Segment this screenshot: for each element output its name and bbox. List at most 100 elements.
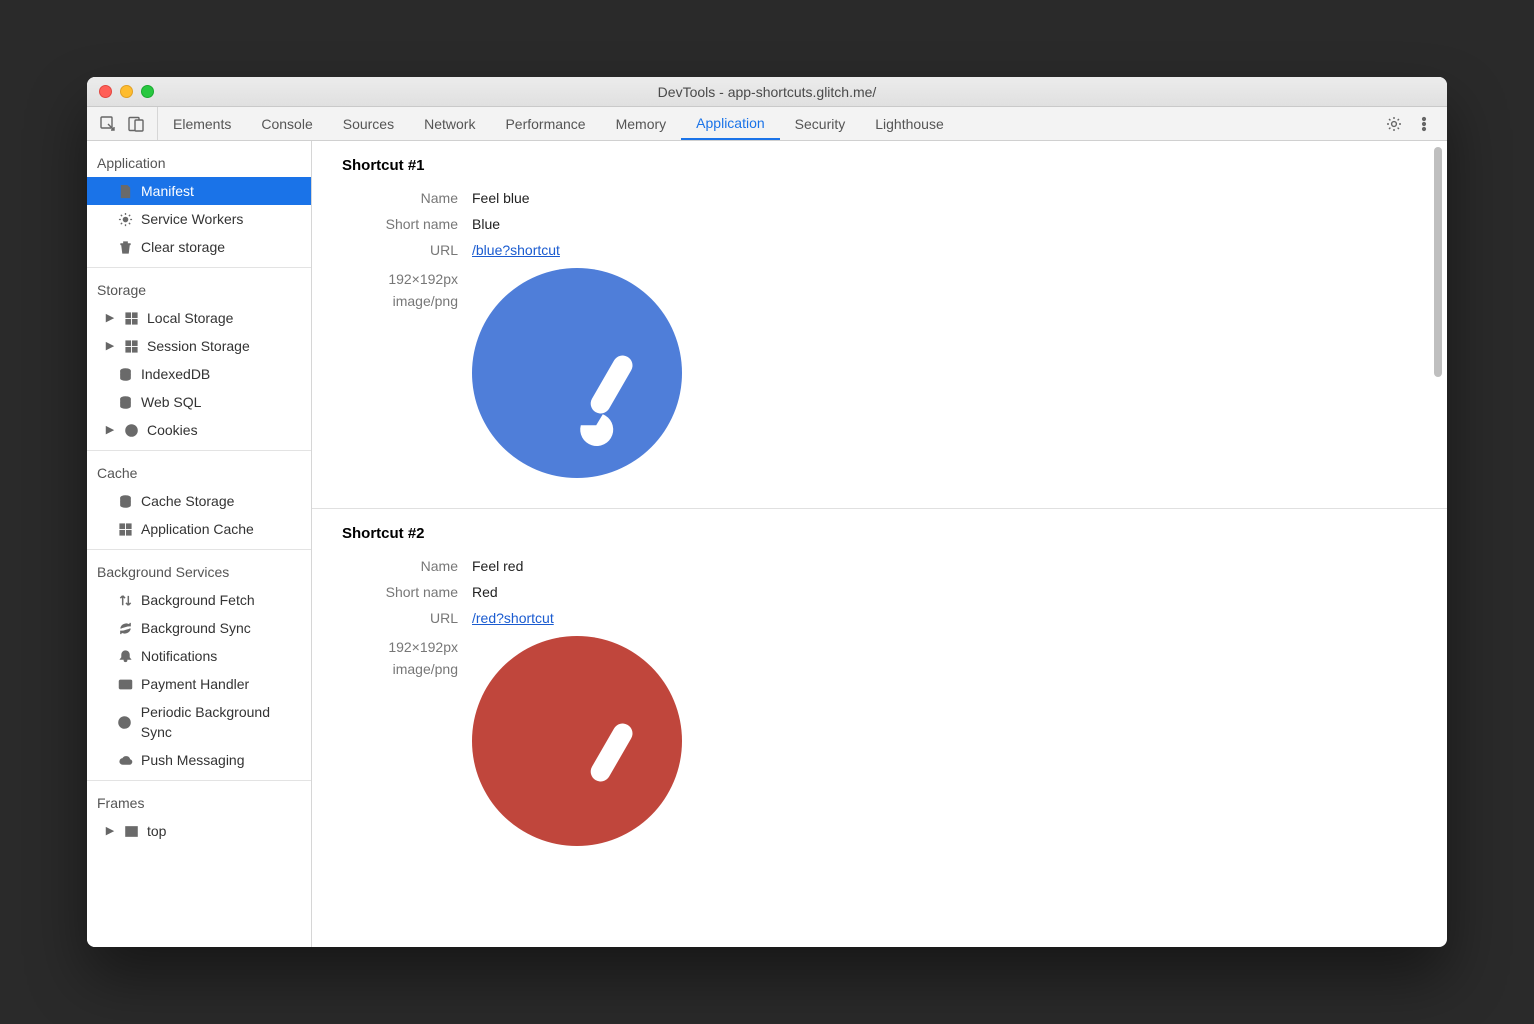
- toolbar: Elements Console Sources Network Perform…: [87, 107, 1447, 141]
- chevron-right-icon: ▶: [105, 821, 115, 841]
- tab-security[interactable]: Security: [780, 107, 861, 140]
- sidebar-item-label: Background Sync: [141, 618, 251, 638]
- tab-sources[interactable]: Sources: [328, 107, 409, 140]
- brush-icon: [550, 714, 660, 824]
- window-title: DevTools - app-shortcuts.glitch.me/: [87, 84, 1447, 100]
- tab-console[interactable]: Console: [246, 107, 327, 140]
- sidebar-item-label: Cache Storage: [141, 491, 234, 511]
- sidebar-item-label: Manifest: [141, 181, 194, 201]
- sidebar-item-push-messaging[interactable]: Push Messaging: [87, 746, 311, 774]
- icon-mime: image/png: [342, 290, 458, 312]
- icon-size: 192×192px: [342, 268, 458, 290]
- sidebar: Application Manifest Service Workers Cle…: [87, 141, 312, 947]
- sidebar-item-indexeddb[interactable]: IndexedDB: [87, 360, 311, 388]
- value-url-link[interactable]: /red?shortcut: [472, 610, 554, 626]
- sidebar-group-background: Background Services: [87, 556, 311, 586]
- sidebar-item-label: Clear storage: [141, 237, 225, 257]
- frame-icon: [123, 823, 139, 839]
- sidebar-group-cache: Cache: [87, 457, 311, 487]
- sidebar-item-top[interactable]: ▶ top: [87, 817, 311, 845]
- sidebar-item-label: Background Fetch: [141, 590, 255, 610]
- label-url: URL: [342, 610, 472, 626]
- panel-tabs: Elements Console Sources Network Perform…: [158, 107, 959, 140]
- value-short-name: Blue: [472, 216, 500, 232]
- value-name: Feel red: [472, 558, 523, 574]
- database-icon: [117, 394, 133, 410]
- tab-memory[interactable]: Memory: [601, 107, 682, 140]
- tab-elements[interactable]: Elements: [158, 107, 246, 140]
- sidebar-item-label: IndexedDB: [141, 364, 210, 384]
- sidebar-group-application: Application: [87, 147, 311, 177]
- sidebar-item-websql[interactable]: Web SQL: [87, 388, 311, 416]
- sidebar-item-label: Notifications: [141, 646, 217, 666]
- sidebar-item-notifications[interactable]: Notifications: [87, 642, 311, 670]
- tab-performance[interactable]: Performance: [490, 107, 600, 140]
- titlebar: DevTools - app-shortcuts.glitch.me/: [87, 77, 1447, 107]
- chevron-right-icon: ▶: [105, 420, 115, 440]
- sidebar-item-periodic-sync[interactable]: Periodic Background Sync: [87, 698, 311, 746]
- sidebar-item-label: Web SQL: [141, 392, 201, 412]
- sidebar-item-label: Application Cache: [141, 519, 254, 539]
- label-name: Name: [342, 558, 472, 574]
- devtools-window: DevTools - app-shortcuts.glitch.me/ Elem…: [87, 77, 1447, 947]
- gear-icon: [117, 211, 133, 227]
- sidebar-item-local-storage[interactable]: ▶ Local Storage: [87, 304, 311, 332]
- sync-icon: [117, 620, 133, 636]
- sidebar-item-label: Payment Handler: [141, 674, 249, 694]
- sidebar-item-cache-storage[interactable]: Cache Storage: [87, 487, 311, 515]
- sidebar-item-cookies[interactable]: ▶ Cookies: [87, 416, 311, 444]
- label-short-name: Short name: [342, 216, 472, 232]
- tab-network[interactable]: Network: [409, 107, 490, 140]
- grid-icon: [123, 310, 139, 326]
- value-short-name: Red: [472, 584, 498, 600]
- sidebar-item-background-fetch[interactable]: Background Fetch: [87, 586, 311, 614]
- shortcut-icon-red: [472, 636, 682, 846]
- scrollbar[interactable]: [1433, 145, 1445, 943]
- device-toolbar-icon[interactable]: [127, 115, 145, 133]
- sidebar-group-storage: Storage: [87, 274, 311, 304]
- sidebar-item-application-cache[interactable]: Application Cache: [87, 515, 311, 543]
- sidebar-item-manifest[interactable]: Manifest: [87, 177, 311, 205]
- tab-application[interactable]: Application: [681, 107, 780, 140]
- file-icon: [117, 183, 133, 199]
- database-icon: [117, 366, 133, 382]
- shortcut-section-1: Shortcut #1 NameFeel blue Short nameBlue…: [312, 141, 1447, 509]
- chevron-right-icon: ▶: [105, 308, 115, 328]
- sidebar-item-label: Cookies: [147, 420, 198, 440]
- sidebar-item-label: Session Storage: [147, 336, 250, 356]
- cookie-icon: [123, 422, 139, 438]
- clock-icon: [117, 714, 133, 730]
- more-icon[interactable]: [1415, 115, 1433, 133]
- updown-icon: [117, 592, 133, 608]
- settings-icon[interactable]: [1385, 115, 1403, 133]
- brush-icon: [550, 346, 660, 456]
- database-icon: [117, 493, 133, 509]
- value-url-link[interactable]: /blue?shortcut: [472, 242, 560, 258]
- sidebar-group-frames: Frames: [87, 787, 311, 817]
- grid-icon: [123, 338, 139, 354]
- sidebar-item-session-storage[interactable]: ▶ Session Storage: [87, 332, 311, 360]
- trash-icon: [117, 239, 133, 255]
- sidebar-item-service-workers[interactable]: Service Workers: [87, 205, 311, 233]
- sidebar-item-background-sync[interactable]: Background Sync: [87, 614, 311, 642]
- grid-icon: [117, 521, 133, 537]
- shortcut-heading: Shortcut #1: [342, 157, 1427, 174]
- main-panel: Shortcut #1 NameFeel blue Short nameBlue…: [312, 141, 1447, 947]
- sidebar-item-clear-storage[interactable]: Clear storage: [87, 233, 311, 261]
- inspect-icon[interactable]: [99, 115, 117, 133]
- scrollbar-thumb[interactable]: [1434, 147, 1442, 377]
- label-short-name: Short name: [342, 584, 472, 600]
- icon-mime: image/png: [342, 658, 458, 680]
- sidebar-item-payment-handler[interactable]: Payment Handler: [87, 670, 311, 698]
- sidebar-item-label: Service Workers: [141, 209, 243, 229]
- icon-size: 192×192px: [342, 636, 458, 658]
- label-name: Name: [342, 190, 472, 206]
- cloud-icon: [117, 752, 133, 768]
- value-name: Feel blue: [472, 190, 530, 206]
- sidebar-item-label: Periodic Background Sync: [141, 702, 303, 742]
- shortcut-heading: Shortcut #2: [342, 525, 1427, 542]
- sidebar-item-label: Push Messaging: [141, 750, 245, 770]
- sidebar-item-label: Local Storage: [147, 308, 233, 328]
- tab-lighthouse[interactable]: Lighthouse: [860, 107, 959, 140]
- label-url: URL: [342, 242, 472, 258]
